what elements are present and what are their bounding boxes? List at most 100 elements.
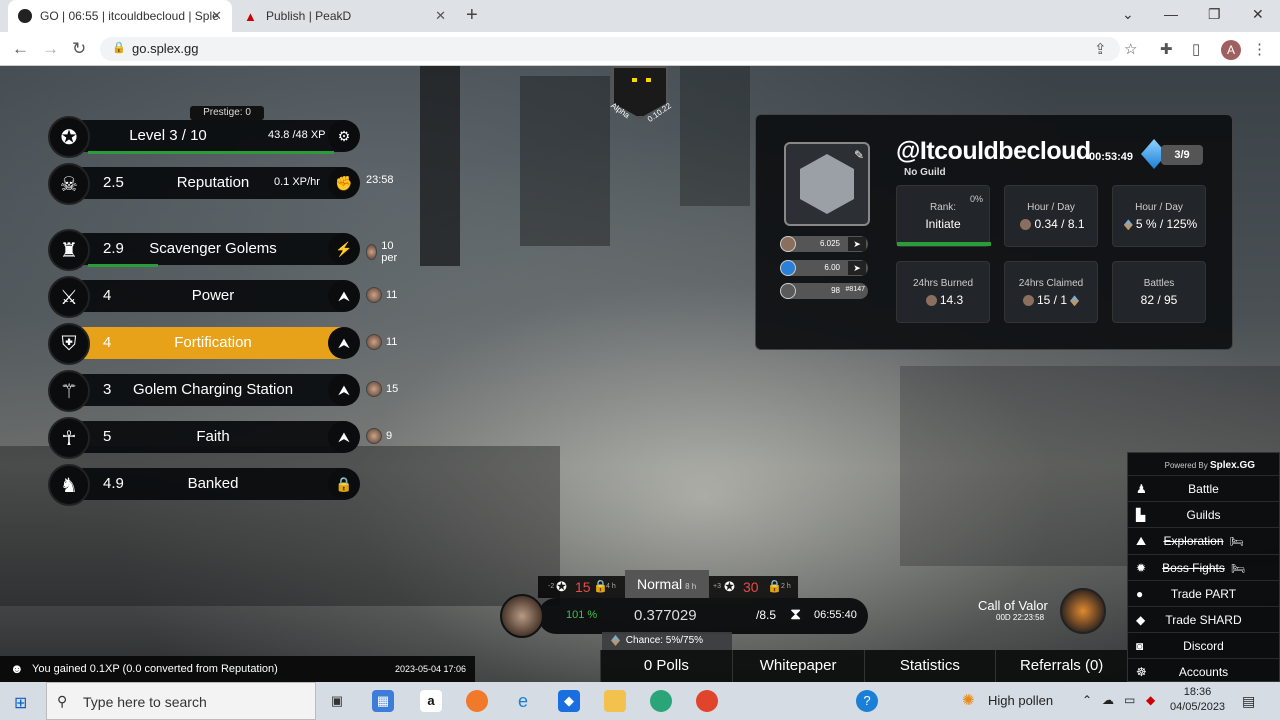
menu-item-guilds[interactable]: ▙ Guilds (1128, 501, 1279, 527)
powered-by: Powered By Splex.GG (1128, 453, 1279, 475)
battle-main-bar: 101 % 0.377029 /8.5 ⧗ 06:55:40 (538, 598, 868, 634)
tab-search-icon[interactable]: ⌄ (1122, 6, 1134, 23)
dropbox-icon[interactable]: ◆ (558, 690, 580, 712)
player-avatar[interactable]: ✎ (784, 142, 870, 226)
notification-icon[interactable]: ▤ (1242, 693, 1255, 710)
ie-icon[interactable]: e (512, 690, 534, 712)
reputation-value: 2.5 (103, 174, 124, 191)
upgrade-cost-value: 11 (386, 289, 398, 301)
taskbar-search[interactable]: ⚲ Type here to search (46, 682, 316, 720)
hourglass-icon: ⧗ (790, 606, 802, 623)
upgrade-name: Faith (196, 428, 230, 445)
upgrade-chevron-icon[interactable]: ⮝ (328, 421, 360, 453)
bookmark-star-icon[interactable]: ☆ (1124, 40, 1137, 58)
referrals-link[interactable]: Referrals (0) (995, 650, 1127, 682)
amount: 0.377029 (634, 607, 697, 624)
statistics-link[interactable]: Statistics (863, 650, 996, 682)
call-of-valor-icon[interactable] (1060, 588, 1106, 634)
fortification-icon: ⛨ (48, 323, 90, 365)
reload-icon[interactable]: ↻ (72, 39, 86, 59)
file-explorer-icon[interactable] (604, 690, 626, 712)
arrow-right-icon[interactable]: ➤ (848, 237, 866, 251)
upgrade-chevron-icon[interactable]: ⮝ (328, 374, 360, 406)
store-icon[interactable]: ▦ (372, 690, 394, 712)
minimize-icon[interactable]: — (1164, 6, 1178, 22)
menu-dots-icon[interactable]: ⋮ (1252, 40, 1267, 58)
firefox-icon[interactable] (466, 690, 488, 712)
back-icon[interactable]: ← (12, 39, 29, 59)
lock-icon[interactable]: 🔒 (328, 468, 360, 500)
call-of-valor[interactable]: Call of Valor 00D 22:23:58 (978, 598, 1048, 622)
help-icon[interactable]: ? (856, 690, 878, 712)
menu-item-trade-part[interactable]: ● Trade PART (1128, 579, 1279, 606)
share-icon[interactable]: ⇪ (1094, 40, 1107, 58)
menu-item-accounts[interactable]: ☸ Accounts (1128, 658, 1279, 682)
upgrade-chevron-icon[interactable]: ⮝ (328, 280, 360, 312)
bed-icon: 🛏 (1230, 562, 1245, 575)
session-timer: 00:53:49 (1089, 151, 1134, 163)
edit-icon[interactable]: ✎ (854, 148, 864, 162)
shard-icon (1070, 295, 1080, 307)
amazon-icon[interactable]: a (420, 690, 442, 712)
upgrade-chevron-icon[interactable]: ⚡ (328, 233, 360, 265)
close-window-icon[interactable]: ✕ (1252, 6, 1264, 23)
close-icon[interactable]: ✕ (435, 8, 446, 24)
url-field[interactable]: 🔒 go.splex.gg (100, 37, 1120, 61)
stat-label: Hour / Day (1135, 202, 1183, 213)
part-coin-icon (366, 244, 378, 260)
new-tab-icon[interactable]: + (466, 4, 478, 27)
xp-boost-icon[interactable]: ⚙ (328, 120, 360, 152)
menu-item-exploration[interactable]: ⛰ Exploration 🛏 (1128, 527, 1279, 553)
whitepaper-link[interactable]: Whitepaper (731, 650, 864, 682)
bed-icon: 🛏 (1229, 536, 1244, 549)
menu-item-discord[interactable]: ◙ Discord (1128, 632, 1279, 658)
tab-splex[interactable]: GO | 06:55 | itcouldbecloud | Sple ✕ (8, 0, 232, 32)
side-panel-icon[interactable]: ▯ (1192, 40, 1200, 58)
profile-avatar[interactable]: A (1221, 40, 1241, 60)
menu-item-battle[interactable]: ♟ Battle (1128, 475, 1279, 501)
maximize-icon[interactable]: ❐ (1208, 6, 1221, 23)
clock-time: 18:36 (1183, 686, 1212, 698)
windows-start-icon[interactable]: ⊞ (14, 693, 27, 713)
lock-icon: 🔒 (767, 579, 782, 593)
url-text: go.splex.gg (132, 41, 199, 56)
level-progress-bar (88, 151, 334, 154)
balance-part: 6.025 ➤ (780, 236, 868, 252)
dropbox-tray-icon[interactable]: ◆ (1146, 693, 1155, 707)
tab-peakd[interactable]: ▲ Publish | PeakD ✕ (234, 0, 456, 32)
part-coin-icon (925, 295, 937, 307)
network-icon[interactable]: ☁ (1102, 693, 1114, 707)
task-view-icon[interactable]: ▣ (326, 690, 348, 712)
close-icon[interactable]: ✕ (211, 8, 222, 24)
part-coin-icon: ● (1136, 586, 1144, 601)
notification-toast: ☻ You gained 0.1XP (0.0 converted from R… (0, 656, 475, 682)
stat-label: 24hrs Burned (912, 278, 974, 289)
forward-icon[interactable]: → (42, 39, 59, 59)
accounts-icon: ☸ (1136, 665, 1147, 680)
weather-label[interactable]: High pollen (988, 693, 1053, 708)
battery-icon[interactable]: ▭ (1124, 693, 1135, 707)
upgrade-row: ♞ 4.9 Banked 🔒 (48, 464, 360, 506)
reputation-row: ☠ 2.5 Reputation 0.1 XP/hr ✊ 23:58 (48, 163, 394, 205)
battle-start-button[interactable] (500, 594, 544, 638)
profile-panel: ✎ 6.025 ➤ 6.00 ➤ 98 #8147 @Itcouldbeclou… (755, 114, 1233, 350)
menu-item-trade-shard[interactable]: ◆ Trade SHARD (1128, 605, 1279, 632)
menu-item-boss-fights[interactable]: ✹ Boss Fights 🛏 (1128, 553, 1279, 580)
edge-icon[interactable] (650, 690, 672, 712)
chevron-up-icon[interactable]: ⌃ (1082, 693, 1092, 707)
convert-reputation-icon[interactable]: ✊ (328, 167, 360, 199)
balance-value: 6.00 (824, 263, 840, 272)
clock[interactable]: 18:36 04/05/2023 (1170, 685, 1225, 715)
upgrade-chevron-icon[interactable]: ⮝ (328, 327, 360, 359)
extensions-icon[interactable]: ✚ (1160, 40, 1173, 58)
weather-icon: ✺ (962, 692, 975, 709)
upgrade-name: Banked (187, 475, 239, 492)
polls-link[interactable]: 0 Polls (600, 650, 732, 682)
chrome-icon[interactable] (696, 690, 718, 712)
upgrade-cost: 10 per (366, 240, 402, 264)
mode-normal-tab[interactable]: Normal 8 h (625, 570, 709, 598)
game-viewport: Alpha 0.10.22 Prestige: 0 ✪ Level 3 / 10… (0, 66, 1280, 682)
arrow-right-icon[interactable]: ➤ (848, 261, 866, 275)
stat-value-row: 14.3 (897, 293, 989, 307)
upgrade-cost-value: 15 (386, 383, 399, 395)
